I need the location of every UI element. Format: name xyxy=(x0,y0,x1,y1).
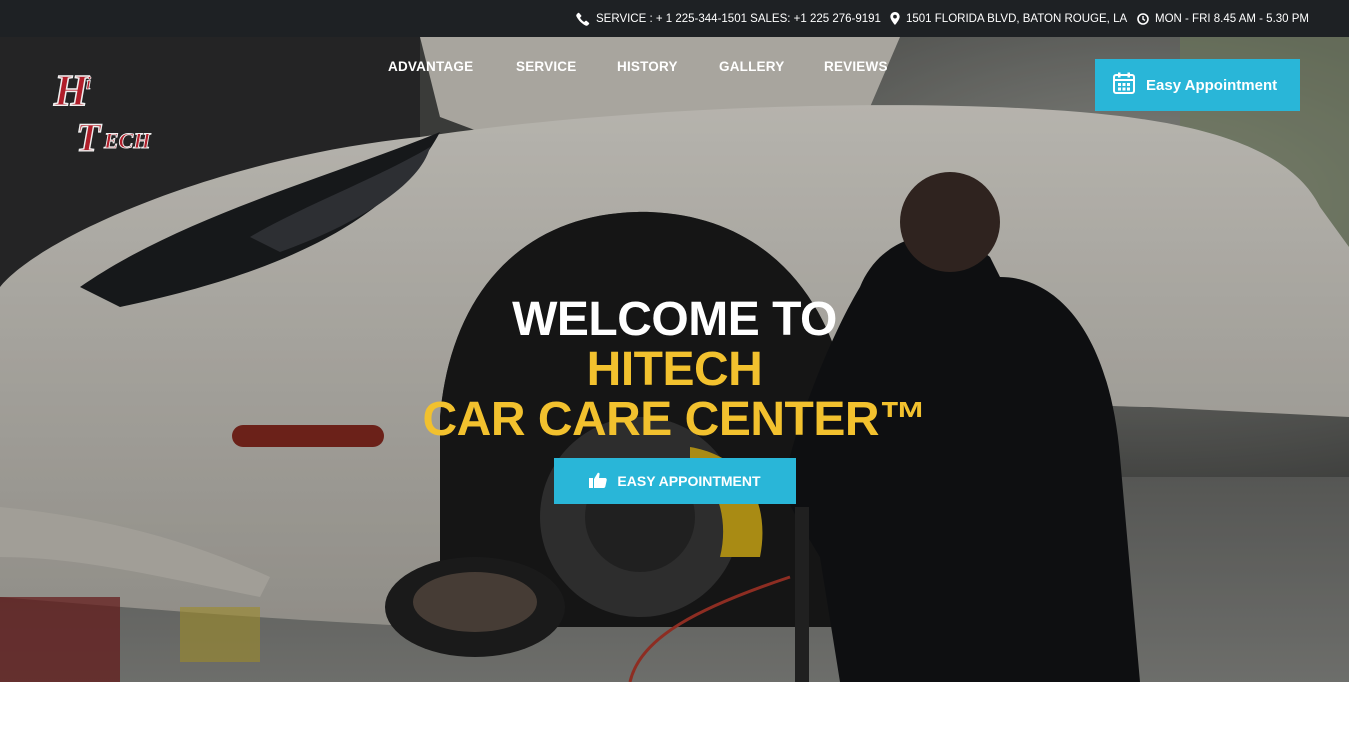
thumbs-up-icon xyxy=(589,472,608,491)
easy-appointment-cta-button[interactable]: EASY APPOINTMENT xyxy=(554,458,796,504)
address-text: 1501 FLORIDA BLVD, BATON ROUGE, LA xyxy=(906,12,1128,25)
logo-t: T xyxy=(76,115,102,160)
nav-advantage[interactable]: ADVANTAGE xyxy=(388,59,516,79)
hitech-logo[interactable]: H i T ECH xyxy=(50,55,172,170)
address-info[interactable]: 1501 FLORIDA BLVD, BATON ROUGE, LA xyxy=(890,0,1127,37)
calendar-icon xyxy=(1112,71,1136,99)
hero-headline: WELCOME TO HITECH CAR CARE CENTER™ xyxy=(0,295,1349,445)
phone-icon xyxy=(576,12,590,26)
headline-line-3: CAR CARE CENTER™ xyxy=(422,393,927,446)
hours-info: MON - FRI 8.45 AM - 5.30 PM xyxy=(1137,0,1309,37)
headline-line-1: WELCOME TO xyxy=(512,293,837,346)
main-nav: ADVANTAGE SERVICE HISTORY GALLERY REVIEW… xyxy=(388,59,888,79)
clock-icon xyxy=(1137,12,1149,25)
cta-label: EASY APPOINTMENT xyxy=(617,473,761,489)
top-info-bar: SERVICE : + 1 225-344-1501 SALES: +1 225… xyxy=(0,0,1349,37)
logo-i: i xyxy=(86,73,91,93)
phone-numbers: SERVICE : + 1 225-344-1501 SALES: +1 225… xyxy=(596,12,881,25)
nav-gallery[interactable]: GALLERY xyxy=(719,59,824,79)
nav-history[interactable]: HISTORY xyxy=(617,59,719,79)
headline-line-2: HITECH xyxy=(586,343,763,396)
logo-h: H xyxy=(53,66,90,115)
map-marker-icon xyxy=(890,12,900,25)
below-hero-area xyxy=(0,682,1349,749)
hours-text: MON - FRI 8.45 AM - 5.30 PM xyxy=(1155,12,1310,25)
nav-service[interactable]: SERVICE xyxy=(516,59,617,79)
logo-ech: ECH xyxy=(103,128,151,153)
easy-appointment-header-label: Easy Appointment xyxy=(1146,76,1278,94)
easy-appointment-header-button[interactable]: Easy Appointment xyxy=(1095,59,1300,111)
nav-reviews[interactable]: REVIEWS xyxy=(824,59,888,79)
phone-info[interactable]: SERVICE : + 1 225-344-1501 SALES: +1 225… xyxy=(576,0,881,37)
